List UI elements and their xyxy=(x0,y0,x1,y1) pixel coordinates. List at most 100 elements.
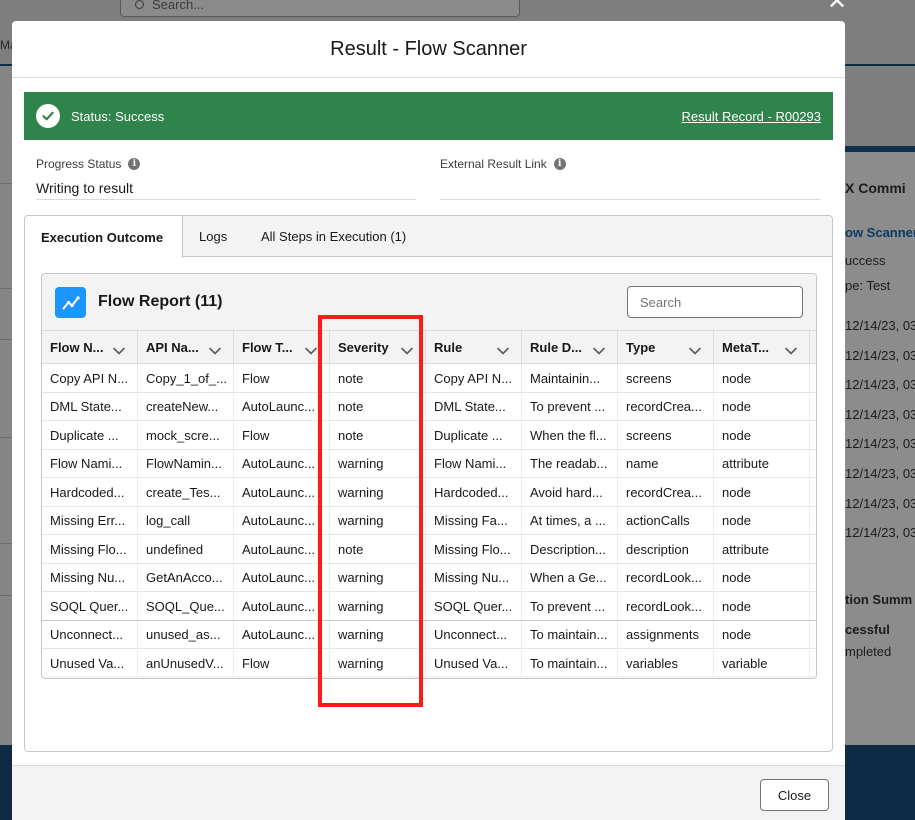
modal-title: Result - Flow Scanner xyxy=(330,37,527,60)
cell-rule: Duplicate ... xyxy=(426,421,522,449)
cell-meta-type: attribute xyxy=(714,449,810,478)
cell-rule: Unused Va... xyxy=(426,649,522,676)
column-header-label: Type xyxy=(626,340,656,355)
cell-severity: note xyxy=(330,421,426,449)
cell-api-name: unused_as... xyxy=(138,620,234,649)
cell-rule: Missing Nu... xyxy=(426,563,522,592)
external-result-link-label: External Result Link i xyxy=(440,155,820,173)
column-header-flow-type[interactable]: Flow T... xyxy=(234,331,330,364)
table-row[interactable]: SOQL Quer... SOQL_Que... AutoLaunc... warni… xyxy=(42,592,816,621)
column-header-meta-type[interactable]: MetaT... xyxy=(714,331,810,364)
chevron-down-icon[interactable] xyxy=(305,343,317,358)
chevron-down-icon[interactable] xyxy=(785,343,797,358)
column-header-rule-description[interactable]: Rule D... xyxy=(522,331,618,364)
column-header-rule[interactable]: Rule xyxy=(426,331,522,364)
background-divider xyxy=(0,339,12,340)
cell-rule-description: To prevent ... xyxy=(522,592,618,620)
tab-logs[interactable]: Logs xyxy=(199,216,227,257)
column-header-api-name[interactable]: API Na... xyxy=(138,331,234,364)
chevron-down-icon[interactable] xyxy=(209,343,221,358)
cell-meta-type: variable xyxy=(714,649,810,676)
cell-rule: DML State... xyxy=(426,392,522,421)
progress-status-label: Progress Status i xyxy=(36,155,416,173)
cell-flow-type: AutoLaunc... xyxy=(234,392,330,421)
background-summary-status: cessful xyxy=(845,622,890,637)
background-panel-type: pe: Test xyxy=(845,278,891,293)
cell-severity: warning xyxy=(330,649,426,676)
column-header-label: API Na... xyxy=(146,340,199,355)
tab-execution-outcome[interactable]: Execution Outcome xyxy=(25,216,183,258)
cell-api-name: log_call xyxy=(138,506,234,535)
background-summary-heading: tion Summ xyxy=(845,592,913,607)
column-header-label: Flow T... xyxy=(242,340,293,355)
cell-api-name: create_Tes... xyxy=(138,478,234,506)
table-row[interactable]: Missing Nu... GetAnAcco... AutoLaunc... war… xyxy=(42,563,816,592)
close-button[interactable]: Close xyxy=(760,779,829,811)
column-header-severity[interactable]: Severity xyxy=(330,331,426,364)
cell-meta-type: node xyxy=(714,421,810,449)
progress-status-value: Writing to result xyxy=(36,173,416,200)
cell-flow-name: Flow Nami... xyxy=(42,449,138,478)
cell-severity: warning xyxy=(330,478,426,506)
table-row[interactable]: Missing Err... log_call AutoLaunc... warnin… xyxy=(42,506,816,535)
cell-type: recordLook... xyxy=(618,563,714,592)
cell-api-name: createNew... xyxy=(138,392,234,421)
cell-rule-description: The readab... xyxy=(522,449,618,478)
success-check-icon xyxy=(36,104,60,128)
table-row[interactable]: DML State... createNew... AutoLaunc... note… xyxy=(42,392,816,421)
background-panel-date: 12/14/23, 03 xyxy=(845,347,915,363)
cell-rule: Missing Fa... xyxy=(426,506,522,535)
column-header-label: Rule xyxy=(434,340,463,355)
table-row[interactable]: Unconnect... unused_as... AutoLaunc... warn… xyxy=(42,620,816,649)
cell-flow-name: Missing Nu... xyxy=(42,563,138,592)
chevron-down-icon[interactable] xyxy=(593,343,605,358)
cell-meta-type: node xyxy=(714,592,810,620)
report-search-input[interactable] xyxy=(627,286,803,318)
cell-flow-name: DML State... xyxy=(42,392,138,421)
cell-flow-type: AutoLaunc... xyxy=(234,535,330,563)
column-header-type[interactable]: Type xyxy=(618,331,714,364)
cell-api-name: SOQL_Que... xyxy=(138,592,234,620)
table-row[interactable]: Duplicate ... mock_scre... Flow note Duplica… xyxy=(42,421,816,450)
info-icon[interactable]: i xyxy=(553,158,566,170)
result-modal: Result - Flow Scanner Status: Success Re… xyxy=(12,21,845,820)
cell-severity: warning xyxy=(330,449,426,478)
background-panel-link: ow Scanner xyxy=(845,225,915,240)
table-row[interactable]: Hardcoded... create_Tes... AutoLaunc... war… xyxy=(42,478,816,507)
cell-rule-description: When the fl... xyxy=(522,421,618,449)
column-header-label: Severity xyxy=(338,340,389,355)
cell-rule: Flow Nami... xyxy=(426,449,522,478)
cell-meta-type: node xyxy=(714,563,810,592)
column-header-flow-name[interactable]: Flow N... xyxy=(42,331,138,364)
tab-all-steps[interactable]: All Steps in Execution (1) xyxy=(261,216,406,257)
table-row[interactable]: Missing Flo... undefined AutoLaunc... note M… xyxy=(42,535,816,564)
cell-severity: warning xyxy=(330,620,426,649)
chevron-down-icon[interactable] xyxy=(401,343,413,358)
column-header-label: Flow N... xyxy=(50,340,104,355)
cell-severity: note xyxy=(330,535,426,563)
cell-api-name: Copy_1_of_... xyxy=(138,364,234,392)
cell-api-name: mock_scre... xyxy=(138,421,234,449)
chevron-down-icon[interactable] xyxy=(113,343,125,358)
flow-report-card: Flow Report (11) Flow N...API Na...Flow … xyxy=(41,273,817,679)
close-icon[interactable]: ✕ xyxy=(827,0,847,14)
background-divider xyxy=(0,288,12,289)
result-record-link[interactable]: Result Record - R00293 xyxy=(682,109,821,124)
cell-severity: warning xyxy=(330,592,426,620)
cell-rule-description: At times, a ... xyxy=(522,506,618,535)
report-chart-icon xyxy=(55,287,86,318)
cell-api-name: undefined xyxy=(138,535,234,563)
search-icon xyxy=(135,0,144,9)
cell-type: screens xyxy=(618,364,714,392)
chevron-down-icon[interactable] xyxy=(497,343,509,358)
cell-flow-name: Copy API N... xyxy=(42,364,138,392)
table-row[interactable]: Flow Nami... FlowNamin... AutoLaunc... warn… xyxy=(42,449,816,478)
cell-rule-description: To maintain... xyxy=(522,649,618,676)
table-row[interactable]: Copy API N... Copy_1_of_... Flow note Copy A… xyxy=(42,364,816,393)
chevron-down-icon[interactable] xyxy=(689,343,701,358)
cell-flow-name: Unused Va... xyxy=(42,649,138,676)
table-row[interactable]: Unused Va... anUnusedV... Flow warning Unuse… xyxy=(42,649,816,676)
info-icon[interactable]: i xyxy=(128,158,141,170)
background-divider xyxy=(0,437,12,438)
background-panel-date: 12/14/23, 03 xyxy=(845,377,915,393)
